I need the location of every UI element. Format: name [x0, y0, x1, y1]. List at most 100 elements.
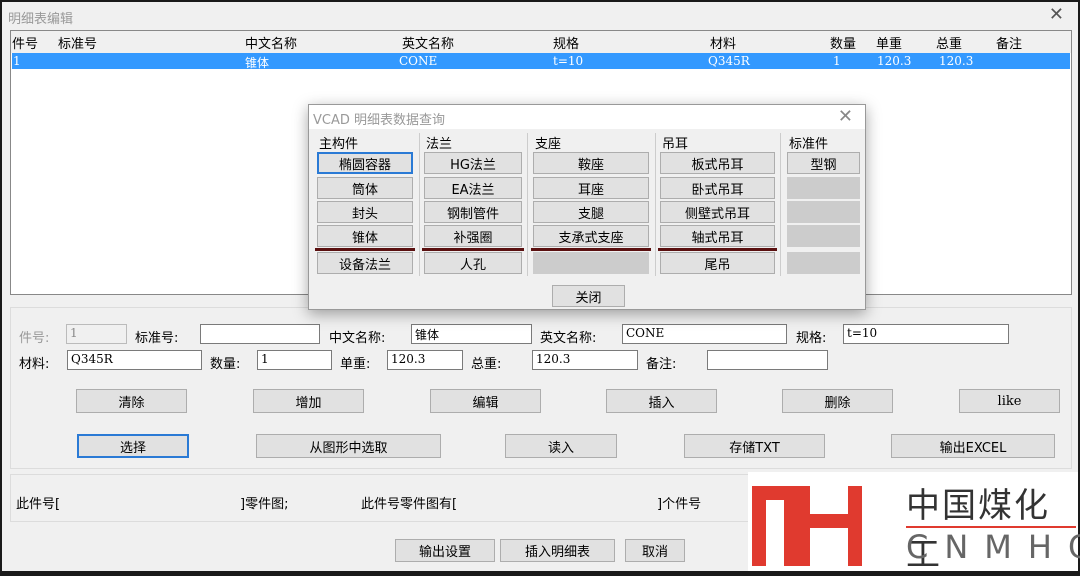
watermark-logo: 中国煤化工 CNMHG — [748, 472, 1080, 575]
total-weight-field[interactable]: 120.3 — [532, 350, 638, 370]
clear-button[interactable]: 清除 — [76, 389, 187, 413]
cn-name-field[interactable]: 锥体 — [411, 324, 532, 344]
dialog-item-button[interactable]: EA法兰 — [424, 177, 522, 199]
read-in-button[interactable]: 读入 — [505, 434, 617, 458]
dialog-item-button[interactable]: 型钢 — [787, 152, 860, 174]
cell: 锥体 — [245, 56, 270, 70]
empty-slot-button — [787, 177, 860, 199]
export-excel-button[interactable]: 输出EXCEL — [891, 434, 1055, 458]
window-title: 明细表编辑 — [8, 12, 74, 27]
remark-label: 备注: — [646, 357, 677, 372]
col-header[interactable]: 数量 — [830, 33, 856, 52]
group-label: 标准件 — [789, 137, 829, 152]
total-weight-label: 总重: — [471, 357, 502, 372]
delete-button[interactable]: 删除 — [782, 389, 893, 413]
dialog-item-button[interactable]: 尾吊 — [660, 252, 775, 274]
col-header[interactable]: 总重 — [936, 33, 962, 52]
table-header: 件号 标准号 中文名称 英文名称 规格 材料 数量 单重 总重 备注 — [11, 31, 1071, 53]
group-divider — [315, 248, 415, 251]
cell: 120.3 — [939, 54, 974, 68]
spec-field[interactable]: t=10 — [843, 324, 1009, 344]
close-icon[interactable]: ✕ — [838, 106, 853, 127]
group-divider — [531, 248, 651, 251]
mh-logo-icon — [752, 486, 862, 566]
col-header[interactable]: 材料 — [710, 33, 736, 52]
dialog-item-button[interactable]: 卧式吊耳 — [660, 177, 775, 199]
part-no-label: 件号: — [19, 331, 50, 346]
group-label: 法兰 — [426, 137, 453, 152]
qty-field[interactable]: 1 — [257, 350, 332, 370]
dialog-item-button[interactable]: 支腿 — [533, 201, 649, 223]
std-no-field[interactable] — [200, 324, 320, 344]
cell: 1 — [13, 54, 21, 68]
group-divider — [422, 248, 524, 251]
group-label: 主构件 — [319, 137, 359, 152]
remark-field[interactable] — [707, 350, 828, 370]
add-button[interactable]: 增加 — [253, 389, 364, 413]
dialog-item-button[interactable]: HG法兰 — [424, 152, 522, 174]
qty-label: 数量: — [210, 357, 241, 372]
unit-weight-label: 单重: — [340, 357, 371, 372]
info-text: 此件号零件图有[ — [361, 497, 458, 512]
dialog-close-button[interactable]: 关闭 — [552, 285, 625, 307]
insert-button[interactable]: 插入 — [606, 389, 717, 413]
col-header[interactable]: 中文名称 — [245, 33, 297, 52]
dialog-title: VCAD 明细表数据查询 — [313, 113, 446, 128]
dialog-item-button[interactable]: 侧壁式吊耳 — [660, 201, 775, 223]
cell: 1 — [833, 54, 841, 68]
dialog-item-button[interactable]: 封头 — [317, 201, 413, 223]
dialog-item-button[interactable]: 支承式支座 — [533, 225, 649, 247]
group-divider — [658, 248, 777, 251]
select-button[interactable]: 选择 — [77, 434, 189, 458]
dialog-item-button[interactable]: 鞍座 — [533, 152, 649, 174]
dialog-item-button[interactable]: 筒体 — [317, 177, 413, 199]
col-header[interactable]: 备注 — [996, 33, 1022, 52]
cn-name-label: 中文名称: — [329, 331, 386, 346]
detail-table-editor-window: 明细表编辑 ✕ 件号 标准号 中文名称 英文名称 规格 材料 数量 单重 总重 … — [2, 2, 1080, 575]
en-name-label: 英文名称: — [540, 331, 597, 346]
cell: Q345R — [708, 54, 750, 68]
col-header[interactable]: 英文名称 — [402, 33, 454, 52]
empty-slot-button — [787, 201, 860, 223]
table-row[interactable]: 1 锥体 CONE t=10 Q345R 1 120.3 120.3 — [12, 53, 1070, 70]
watermark-en: CNMHG — [906, 528, 1080, 566]
dialog-item-button[interactable]: 椭圆容器 — [317, 152, 413, 174]
dialog-item-button[interactable]: 耳座 — [533, 177, 649, 199]
col-header[interactable]: 规格 — [553, 33, 579, 52]
dialog-item-button[interactable]: 设备法兰 — [317, 252, 413, 274]
col-header[interactable]: 件号 — [12, 33, 38, 52]
en-name-field[interactable]: CONE — [622, 324, 787, 344]
save-txt-button[interactable]: 存储TXT — [684, 434, 825, 458]
group-label: 吊耳 — [662, 137, 689, 152]
dialog-item-button[interactable]: 锥体 — [317, 225, 413, 247]
dialog-item-button[interactable]: 板式吊耳 — [660, 152, 775, 174]
col-header[interactable]: 标准号 — [58, 33, 97, 52]
std-no-label: 标准号: — [135, 331, 179, 346]
cancel-button[interactable]: 取消 — [625, 539, 685, 562]
dialog-item-button[interactable]: 人孔 — [424, 252, 522, 274]
spec-label: 规格: — [796, 331, 827, 346]
unit-weight-field[interactable]: 120.3 — [387, 350, 463, 370]
empty-slot-button — [533, 252, 649, 274]
cell: t=10 — [553, 54, 584, 68]
part-no-field: 1 — [66, 324, 127, 344]
vcad-query-dialog: VCAD 明细表数据查询 ✕ 主构件 椭圆容器筒体 封头 锥体设备法兰 法兰 HG法兰 EA… — [308, 104, 866, 310]
info-text: 此件号[ — [16, 497, 61, 512]
info-text: ]个件号 — [657, 497, 702, 512]
pick-from-drawing-button[interactable]: 从图形中选取 — [256, 434, 441, 458]
material-field[interactable]: Q345R — [67, 350, 202, 370]
insert-table-button[interactable]: 插入明细表 — [500, 539, 615, 562]
cell: 120.3 — [877, 54, 912, 68]
dialog-item-button[interactable]: 钢制管件 — [424, 201, 522, 223]
edit-button[interactable]: 编辑 — [430, 389, 541, 413]
output-settings-button[interactable]: 输出设置 — [395, 539, 495, 562]
empty-slot-button — [787, 252, 860, 274]
col-header[interactable]: 单重 — [876, 33, 902, 52]
material-label: 材料: — [19, 357, 50, 372]
close-icon[interactable]: ✕ — [1049, 4, 1064, 25]
dialog-item-button[interactable]: 补强圈 — [424, 225, 522, 247]
dialog-item-button[interactable]: 轴式吊耳 — [660, 225, 775, 247]
like-button[interactable]: like — [959, 389, 1060, 413]
cell: CONE — [399, 54, 438, 68]
group-label: 支座 — [535, 137, 562, 152]
